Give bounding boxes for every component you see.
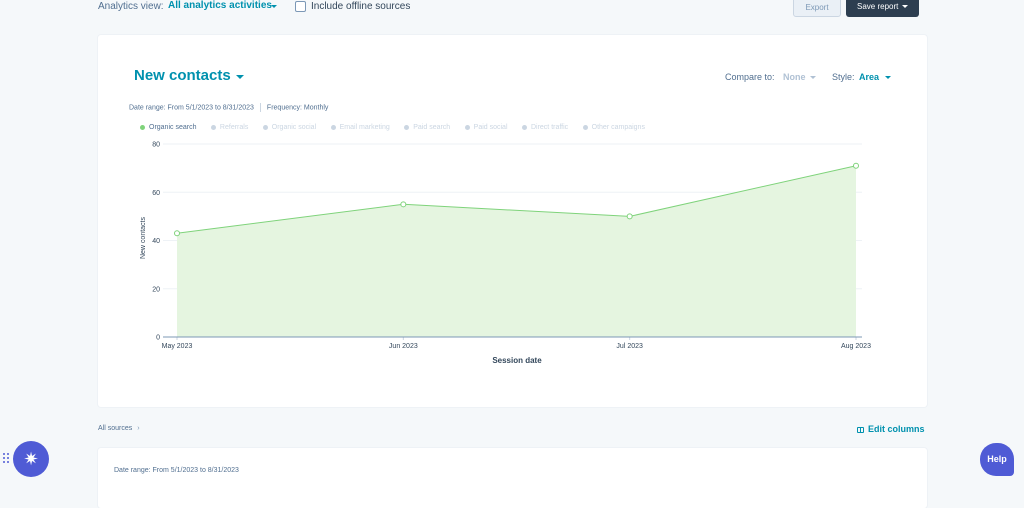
chevron-right-icon: › xyxy=(137,425,140,432)
chevron-down-icon[interactable] xyxy=(271,5,277,8)
top-toolbar: Analytics view: All analytics activities… xyxy=(0,0,1024,20)
edit-columns-button[interactable]: Edit columns xyxy=(857,424,925,434)
series-area xyxy=(177,165,856,337)
y-tick-label: 0 xyxy=(156,335,160,342)
save-report-label: Save report xyxy=(857,2,899,11)
y-axis-title: New contacts xyxy=(140,216,147,259)
assistant-launcher-button[interactable]: ✷ xyxy=(13,441,49,477)
y-tick-label: 80 xyxy=(152,142,160,149)
data-point[interactable] xyxy=(400,201,407,208)
x-tick-label: Jun 2023 xyxy=(389,343,418,350)
sparkle-icon: ✷ xyxy=(23,449,39,469)
area-chart: 0 20 40 60 80 May 2023 Jun 2023 Jul 2023 Aug 202… xyxy=(140,142,871,366)
x-tick-label: May 2023 xyxy=(162,343,193,350)
x-tick-label: Aug 2023 xyxy=(841,343,871,350)
save-report-button[interactable]: Save report xyxy=(846,0,919,17)
all-sources-label: All sources xyxy=(98,425,133,432)
data-point[interactable] xyxy=(626,213,633,220)
y-tick-label: 20 xyxy=(152,286,160,293)
columns-icon xyxy=(857,426,864,433)
table-card: Date range: From 5/1/2023 to 8/31/2023 xyxy=(98,448,927,508)
chevron-down-icon xyxy=(902,5,909,9)
analytics-view-label: Analytics view: xyxy=(98,1,164,12)
offline-sources-label[interactable]: Include offline sources xyxy=(311,1,410,12)
all-sources-breadcrumb[interactable]: All sources › xyxy=(98,425,140,432)
export-button[interactable]: Export xyxy=(793,0,841,17)
x-tick-label: Jul 2023 xyxy=(616,343,643,350)
y-tick-label: 40 xyxy=(152,238,160,245)
edit-columns-label: Edit columns xyxy=(868,424,925,434)
y-tick-label: 60 xyxy=(152,190,160,197)
analytics-view-dropdown[interactable]: All analytics activities xyxy=(168,0,272,11)
report-card: New contacts Compare to: None Style: Are… xyxy=(98,35,927,407)
drag-handle-icon[interactable] xyxy=(3,453,9,465)
x-axis-title: Session date xyxy=(492,356,542,365)
data-point[interactable] xyxy=(174,230,180,237)
help-button[interactable]: Help xyxy=(980,443,1014,476)
offline-sources-checkbox[interactable] xyxy=(295,1,306,12)
data-point[interactable] xyxy=(853,162,859,169)
table-date-range: Date range: From 5/1/2023 to 8/31/2023 xyxy=(114,467,239,474)
